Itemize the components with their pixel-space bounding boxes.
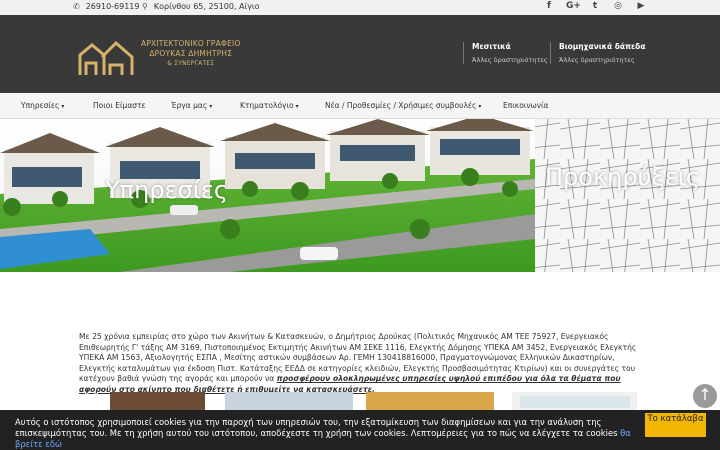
- logo-line-2: ΔΡΟΥΚΑΣ ΔΗΜΗΤΡΗΣ: [149, 49, 233, 58]
- cookie-text: Αυτός ο ιστότοπος χρησιμοποιεί cookies γ…: [15, 417, 643, 449]
- nav-item-label: Νέα / Προθεσμίες / Χρήσιμες συμβουλές: [325, 101, 477, 110]
- chevron-down-icon: ▾: [61, 103, 65, 110]
- chevron-down-icon: ▾: [478, 103, 482, 110]
- nav-item-contact[interactable]: Επικοινωνία: [503, 101, 548, 110]
- logo-line-1: ΑΡΧΙΤΕΚΤΟΝΙΚΟ ΓΡΑΦΕΙΟ: [141, 39, 241, 48]
- header-link-title: Μεσιτικά: [472, 42, 511, 51]
- cookie-message: Αυτός ο ιστότοπος χρησιμοποιεί cookies γ…: [15, 417, 621, 438]
- logo-icon[interactable]: [76, 37, 136, 77]
- about-paragraph: Με 25 χρόνια εμπειρίας στο χώρο των Ακιν…: [79, 332, 639, 396]
- map-pin-icon: ⚲: [142, 2, 148, 11]
- nav-item-label: Ποιοι Είμαστε: [93, 101, 146, 110]
- nav-item-services[interactable]: Υπηρεσίες ▾: [21, 101, 64, 110]
- nav-item-label: Έργα μας: [171, 101, 208, 110]
- nav-item-label: Κτηματολόγιο: [240, 101, 294, 110]
- arrow-up-icon: ↑: [698, 385, 712, 404]
- nav-item-projects[interactable]: Έργα μας ▾: [171, 101, 212, 110]
- facebook-icon[interactable]: f: [543, 1, 555, 11]
- service-thumbnails: [110, 392, 637, 412]
- nav-item-cadastre[interactable]: Κτηματολόγιο ▾: [240, 101, 299, 110]
- social-links: f G+ t ◎ ▶: [543, 1, 647, 11]
- site-header: ΑΡΧΙΤΕΚΤΟΝΙΚΟ ΓΡΑΦΕΙΟ ΔΡΟΥΚΑΣ ΔΗΜΗΤΡΗΣ &…: [0, 15, 720, 93]
- nav-item-label: Υπηρεσίες: [21, 101, 60, 110]
- twitter-icon[interactable]: t: [589, 1, 601, 11]
- header-link-subtitle: Άλλες δραστηριότητες: [472, 56, 548, 64]
- top-bar: ✆ 26910-69119 ⚲ Κορίνθου 65, 25100, Αίγι…: [0, 0, 720, 15]
- nav-item-about[interactable]: Ποιοι Είμαστε: [93, 101, 146, 110]
- cookie-accept-button[interactable]: Το κατάλαβα: [645, 413, 706, 437]
- phone-icon: ✆: [73, 2, 80, 11]
- cookie-banner: Αυτός ο ιστότοπος χρησιμοποιεί cookies γ…: [0, 410, 720, 450]
- header-link-subtitle: Άλλες δραστηριότητες: [559, 56, 635, 64]
- header-link-mesitika[interactable]: Μεσιτικά Άλλες δραστηριότητες: [463, 42, 548, 64]
- phone-number[interactable]: 26910-69119: [86, 2, 140, 11]
- logo-line-3: & ΣΥΝΕΡΓΑΤΕΣ: [167, 60, 215, 67]
- header-link-title: Βιομηχανικά δάπεδα: [559, 42, 646, 51]
- header-link-industrial-floors[interactable]: Βιομηχανικά δάπεδα Άλλες δραστηριότητες: [550, 42, 645, 64]
- address-info: ⚲ Κορίνθου 65, 25100, Αίγιο: [142, 2, 260, 11]
- chevron-down-icon: ▾: [295, 103, 299, 110]
- logo-text[interactable]: ΑΡΧΙΤΕΚΤΟΝΙΚΟ ΓΡΑΦΕΙΟ ΔΡΟΥΚΑΣ ΔΗΜΗΤΡΗΣ &…: [141, 39, 241, 69]
- google-plus-icon[interactable]: G+: [566, 1, 581, 11]
- instagram-icon[interactable]: ◎: [612, 1, 624, 11]
- scroll-top-button[interactable]: ↑: [693, 384, 717, 408]
- hero-slide-title-2[interactable]: Προκηρύξεις: [545, 163, 700, 191]
- youtube-icon[interactable]: ▶: [635, 1, 647, 11]
- phone-info: ✆ 26910-69119: [73, 2, 140, 11]
- nav-item-label: Επικοινωνία: [503, 101, 549, 110]
- nav-item-news[interactable]: Νέα / Προθεσμίες / Χρήσιμες συμβουλές ▾: [325, 101, 481, 110]
- hero-slide-title[interactable]: Υπηρεσίες: [105, 176, 228, 204]
- hero-slider[interactable]: Υπηρεσίες Προκηρύξεις: [0, 119, 720, 272]
- main-nav: Υπηρεσίες ▾ Ποιοι Είμαστε Έργα μας ▾ Κτημα…: [0, 93, 720, 119]
- chevron-down-icon: ▾: [209, 103, 213, 110]
- address-text: Κορίνθου 65, 25100, Αίγιο: [153, 2, 260, 11]
